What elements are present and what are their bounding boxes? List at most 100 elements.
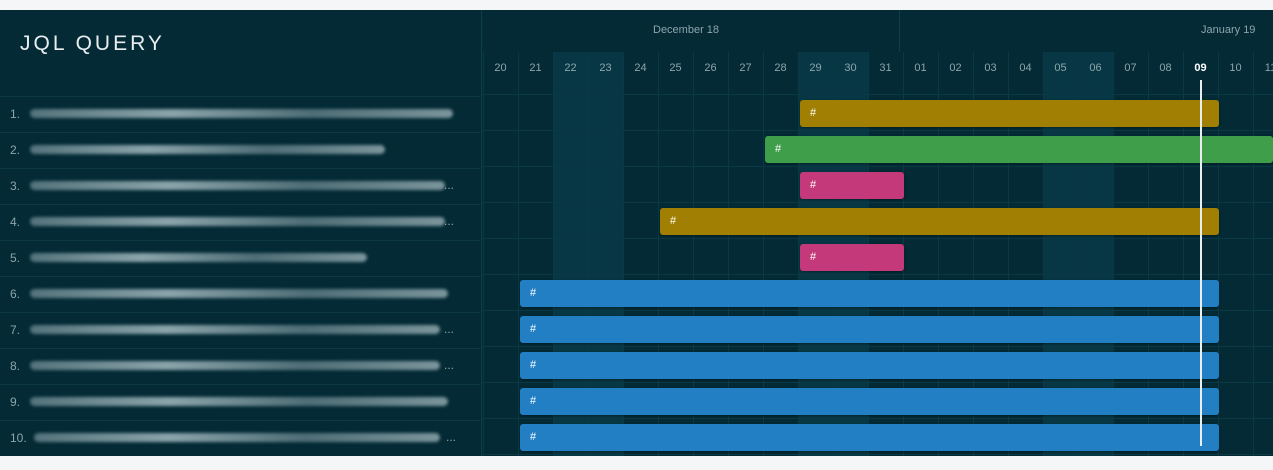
- row-divider: [0, 348, 480, 349]
- task-bar-label: #: [530, 287, 537, 299]
- task-bar[interactable]: #: [520, 424, 1219, 451]
- timeline[interactable]: December 18 January 19 20 21 22 23 24 25 26 27 2…: [481, 10, 1273, 456]
- row-divider: [0, 96, 480, 97]
- day-label: 29: [809, 62, 822, 74]
- day-label: 08: [1159, 62, 1172, 74]
- grid-row-line: [481, 166, 1273, 167]
- task-number: 10.: [10, 431, 27, 445]
- task-bar[interactable]: #: [520, 388, 1219, 415]
- redacted-task-title: [30, 253, 367, 262]
- task-bar[interactable]: #: [800, 172, 904, 199]
- day-label: 01: [914, 62, 927, 74]
- task-row[interactable]: 3....: [0, 168, 480, 204]
- day-label: 05: [1054, 62, 1067, 74]
- task-bar-label: #: [530, 431, 537, 443]
- row-divider: [0, 420, 480, 421]
- redacted-task-title: [30, 361, 440, 370]
- day-label: 02: [949, 62, 962, 74]
- task-ellipsis: ...: [444, 358, 455, 372]
- task-bar-label: #: [530, 395, 537, 407]
- redacted-task-title: [30, 109, 453, 118]
- row-divider: [0, 168, 480, 169]
- task-ellipsis: ...: [444, 178, 455, 192]
- redacted-task-title: [30, 289, 448, 298]
- day-label: 21: [529, 62, 542, 74]
- task-row[interactable]: 7....: [0, 312, 480, 348]
- day-label: 06: [1089, 62, 1102, 74]
- grid-row-line: [481, 94, 1273, 95]
- day-column: [1218, 52, 1253, 456]
- day-label: 11: [1264, 62, 1273, 74]
- row-divider: [0, 132, 480, 133]
- redacted-task-title: [30, 145, 385, 154]
- day-label: 27: [739, 62, 752, 74]
- task-bar-label: #: [810, 251, 817, 263]
- row-divider: [0, 312, 480, 313]
- day-label: 28: [774, 62, 787, 74]
- row-divider: [0, 384, 480, 385]
- task-row[interactable]: 2.: [0, 132, 480, 168]
- task-bar-label: #: [530, 323, 537, 335]
- task-bar[interactable]: #: [520, 316, 1219, 343]
- task-row[interactable]: 8....: [0, 348, 480, 384]
- row-divider: [0, 204, 480, 205]
- task-number: 2.: [10, 143, 21, 157]
- task-row[interactable]: 1.: [0, 96, 480, 132]
- day-label: 31: [879, 62, 892, 74]
- day-column: [1253, 52, 1273, 456]
- task-row[interactable]: 6.: [0, 276, 480, 312]
- task-row[interactable]: 9.: [0, 384, 480, 420]
- day-column: [483, 52, 518, 456]
- day-label: 30: [844, 62, 857, 74]
- redacted-task-title: [30, 181, 445, 190]
- task-ellipsis: ...: [444, 214, 455, 228]
- task-list-panel: JQL QUERY 1. 2. 3.... 4.... 5. 6. 7.... 8.... 9.…: [0, 10, 482, 456]
- redacted-task-title: [34, 433, 440, 442]
- month-separator: [899, 10, 900, 52]
- grid-row-line: [481, 130, 1273, 131]
- task-number: 1.: [10, 107, 21, 121]
- grid-row-line: [481, 274, 1273, 275]
- task-bar[interactable]: #: [520, 352, 1219, 379]
- task-bar-label: #: [775, 143, 782, 155]
- task-bar[interactable]: #: [520, 280, 1219, 307]
- day-label: 07: [1124, 62, 1137, 74]
- task-bar-label: #: [810, 107, 817, 119]
- day-label: 09: [1194, 62, 1207, 74]
- task-number: 6.: [10, 287, 21, 301]
- task-bar[interactable]: #: [800, 100, 1219, 127]
- grid-row-line: [481, 310, 1273, 311]
- task-bar[interactable]: #: [765, 136, 1273, 163]
- day-label: 26: [704, 62, 717, 74]
- task-bar[interactable]: #: [800, 244, 904, 271]
- day-label: 03: [984, 62, 997, 74]
- task-row[interactable]: 5.: [0, 240, 480, 276]
- grid-row-line: [481, 382, 1273, 383]
- task-ellipsis: ...: [444, 322, 455, 336]
- row-divider: [0, 276, 480, 277]
- redacted-task-title: [30, 217, 445, 226]
- task-ellipsis: ...: [446, 430, 457, 444]
- grid-row-line: [481, 202, 1273, 203]
- month-label-december: December 18: [653, 24, 720, 36]
- grid-row-line: [481, 238, 1273, 239]
- task-bar-label: #: [670, 215, 677, 227]
- task-number: 9.: [10, 395, 21, 409]
- task-number: 8.: [10, 359, 21, 373]
- task-row[interactable]: 10....: [0, 420, 480, 456]
- day-label: 23: [599, 62, 612, 74]
- grid-row-line: [481, 454, 1273, 455]
- task-bar[interactable]: #: [660, 208, 1219, 235]
- task-bar-label: #: [530, 359, 537, 371]
- task-row[interactable]: 4....: [0, 204, 480, 240]
- task-bar-label: #: [810, 179, 817, 191]
- task-number: 5.: [10, 251, 21, 265]
- day-label: 24: [634, 62, 647, 74]
- row-divider: [0, 240, 480, 241]
- task-number: 3.: [10, 179, 21, 193]
- grid-row-line: [481, 418, 1273, 419]
- panel-title: JQL QUERY: [20, 32, 165, 55]
- task-number: 7.: [10, 323, 21, 337]
- gantt-app: JQL QUERY 1. 2. 3.... 4.... 5. 6. 7.... 8.... 9.…: [0, 10, 1273, 456]
- day-label: 25: [669, 62, 682, 74]
